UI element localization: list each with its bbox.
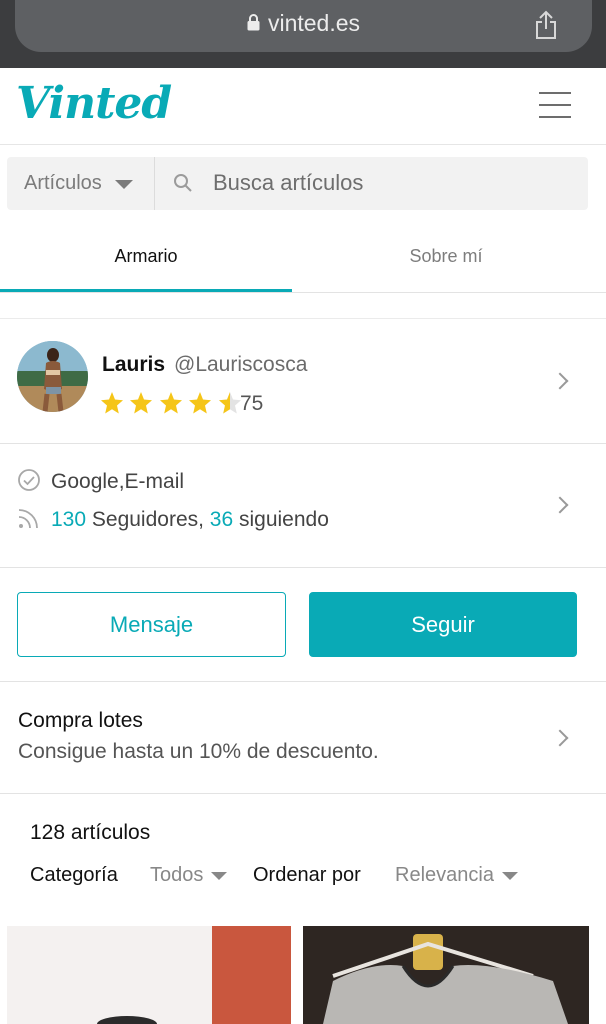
item-card[interactable] (303, 926, 589, 1024)
search-bar: Artículos (7, 157, 588, 210)
check-circle-icon (18, 469, 40, 492)
rating-stars (100, 391, 243, 417)
verified-methods-row: Google,E-mail (17, 469, 185, 494)
browser-chrome: vinted.es (0, 0, 606, 68)
tab-sobre-mi[interactable]: Sobre mí (300, 222, 592, 292)
message-button[interactable]: Mensaje (17, 592, 286, 657)
sort-label: Ordenar por (253, 864, 361, 886)
item-photo (7, 926, 291, 1024)
site-header: Vinted (0, 68, 606, 145)
category-filter-select[interactable]: Todos (150, 864, 228, 887)
profile-summary[interactable]: Lauris @Lauriscosca 75 (0, 318, 606, 444)
star-icon (101, 392, 123, 414)
items-count: 128 artículos (30, 821, 151, 844)
verified-methods: Google,E-mail (51, 470, 185, 493)
followers-label: Seguidores, (86, 508, 210, 531)
profile-tabs: Armario Sobre mí (0, 222, 606, 293)
tab-armario[interactable]: Armario (0, 222, 292, 292)
half-star-icon (218, 392, 241, 414)
profile-verification[interactable]: Google,E-mail 130 Seguidores, 36 siguien… (0, 444, 606, 568)
bundle-subtitle: Consigue hasta un 10% de descuento. (18, 740, 379, 763)
hamburger-menu-icon[interactable] (539, 92, 571, 118)
url-text: vinted.es (267, 10, 361, 36)
following-count[interactable]: 36 (210, 508, 233, 531)
sort-value: Relevancia (395, 864, 494, 886)
chevron-right-icon (551, 372, 569, 390)
item-card[interactable] (7, 926, 291, 1024)
item-photo (303, 926, 589, 1024)
avatar (17, 341, 88, 412)
address-bar[interactable]: vinted.es (15, 0, 592, 52)
star-icon (159, 392, 182, 414)
bundle-discount-banner[interactable]: Compra lotes Consigue hasta un 10% de de… (0, 681, 606, 794)
star-icon (130, 392, 153, 414)
lock-icon (247, 14, 260, 31)
followers-row: 130 Seguidores, 36 siguiendo (17, 508, 329, 532)
chevron-right-icon (551, 496, 569, 514)
share-icon[interactable] (534, 10, 558, 40)
sort-select[interactable]: Relevancia (395, 864, 518, 887)
chevron-down-icon (115, 180, 133, 189)
profile-name: Lauris (102, 353, 166, 376)
star-icon (189, 392, 212, 414)
feed-icon (18, 509, 38, 529)
chevron-right-icon (551, 729, 569, 747)
search-category-select[interactable]: Artículos (7, 157, 155, 210)
chevron-down-icon (501, 871, 518, 880)
bundle-title: Compra lotes (18, 709, 143, 732)
search-input[interactable] (213, 167, 573, 199)
category-filter-label: Categoría (30, 864, 118, 886)
url-display[interactable]: vinted.es (15, 10, 592, 37)
profile-handle: @Lauriscosca (174, 353, 308, 376)
vinted-logo[interactable]: Vinted (16, 78, 172, 129)
search-category-label: Artículos (24, 172, 102, 194)
category-filter-value: Todos (150, 864, 204, 886)
search-icon (174, 174, 192, 192)
chevron-down-icon (211, 871, 228, 880)
following-label: siguiendo (233, 508, 329, 531)
rating-count: 75 (240, 392, 264, 415)
follow-button[interactable]: Seguir (309, 592, 577, 657)
followers-count[interactable]: 130 (51, 508, 86, 531)
